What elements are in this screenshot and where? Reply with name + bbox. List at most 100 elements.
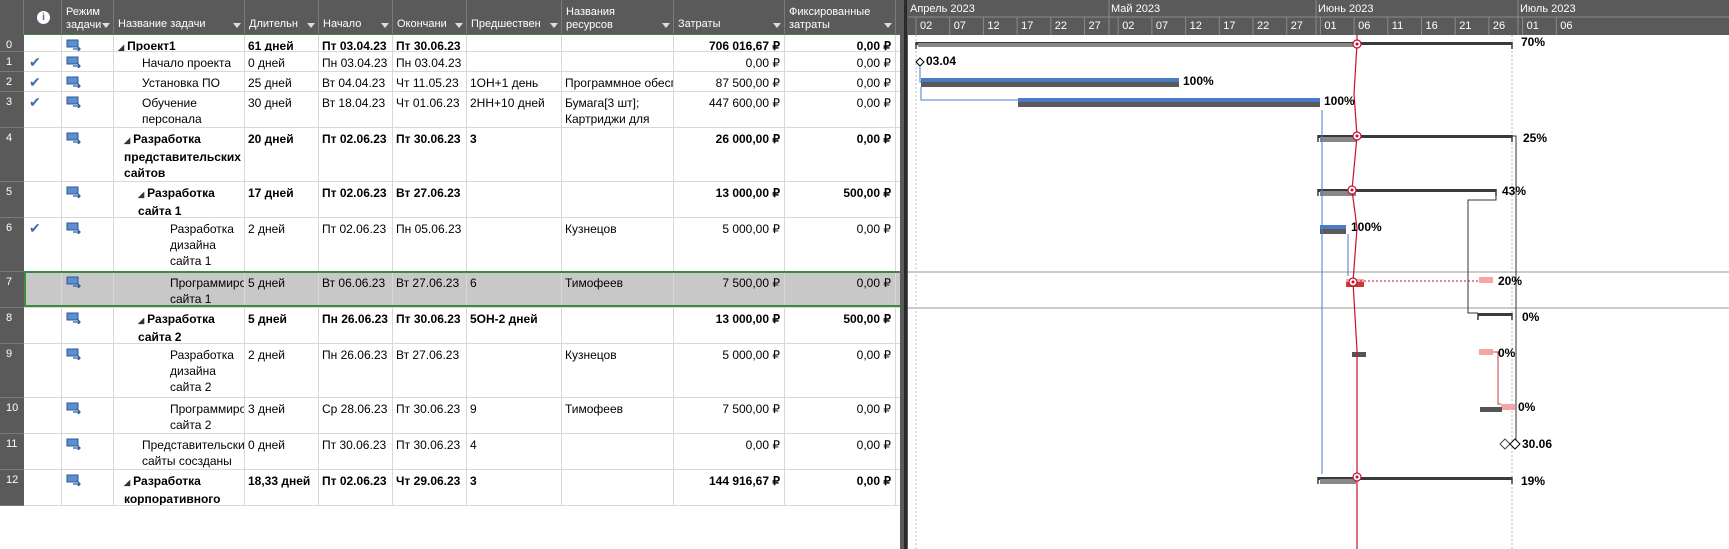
- row-number[interactable]: 1: [0, 52, 24, 72]
- cell-fixed[interactable]: 0,00 ₽: [785, 272, 896, 308]
- cell-fixed[interactable]: 0,00 ₽: [785, 398, 896, 434]
- cell-mode[interactable]: [62, 272, 114, 308]
- cell-finish[interactable]: Пт 30.06.23: [393, 35, 467, 52]
- cell-pred[interactable]: [467, 182, 562, 218]
- cell-finish[interactable]: Пн 03.04.23: [393, 52, 467, 72]
- cell-name[interactable]: Установка ПО: [114, 72, 245, 92]
- cell-cost[interactable]: 447 600,00 ₽: [674, 92, 785, 128]
- cell-duration[interactable]: 3 дней: [245, 398, 319, 434]
- cell-name[interactable]: ◢ Разработка представительских сайтов: [114, 128, 245, 182]
- cell-start[interactable]: Пн 26.06.23: [319, 308, 393, 344]
- cell-resources[interactable]: Тимофеев: [562, 398, 674, 434]
- row-number[interactable]: 11: [0, 434, 24, 470]
- cell-cost[interactable]: 87 500,00 ₽: [674, 72, 785, 92]
- cell-finish[interactable]: Пт 30.06.23: [393, 128, 467, 182]
- cell-finish[interactable]: Вт 27.06.23: [393, 272, 467, 308]
- cell-resources[interactable]: Кузнецов: [562, 344, 674, 398]
- cell-mode[interactable]: [62, 308, 114, 344]
- cell-resources[interactable]: [562, 128, 674, 182]
- row-number[interactable]: 3: [0, 92, 24, 128]
- cell-finish[interactable]: Чт 11.05.23: [393, 72, 467, 92]
- row-number[interactable]: 10: [0, 398, 24, 434]
- cell-finish[interactable]: Вт 27.06.23: [393, 182, 467, 218]
- cell-resources[interactable]: [562, 35, 674, 52]
- cell-mode[interactable]: [62, 92, 114, 128]
- cell-duration[interactable]: 30 дней: [245, 92, 319, 128]
- cell-finish[interactable]: Пт 30.06.23: [393, 398, 467, 434]
- cell-name[interactable]: Представительские сайты сосзданы: [114, 434, 245, 470]
- cell-resources[interactable]: Тимофеев: [562, 272, 674, 308]
- column-header-rownum[interactable]: [0, 0, 24, 35]
- cell-finish[interactable]: Чт 01.06.23: [393, 92, 467, 128]
- row-number[interactable]: 4: [0, 128, 24, 182]
- column-header-finish[interactable]: Окончани: [393, 0, 467, 35]
- splitter-handle[interactable]: [904, 0, 907, 549]
- cell-cost[interactable]: 26 000,00 ₽: [674, 128, 785, 182]
- cell-fixed[interactable]: 0,00 ₽: [785, 35, 896, 52]
- cell-name[interactable]: ◢ Разработка сайта 2: [114, 308, 245, 344]
- cell-fixed[interactable]: 0,00 ₽: [785, 72, 896, 92]
- cell-resources[interactable]: Программное обеспечение: [562, 72, 674, 92]
- cell-resources[interactable]: [562, 434, 674, 470]
- row-number[interactable]: 6: [0, 218, 24, 272]
- cell-pred[interactable]: [467, 344, 562, 398]
- column-header-pred[interactable]: Предшествен: [467, 0, 562, 35]
- column-header-duration[interactable]: Длительн: [245, 0, 319, 35]
- cell-pred[interactable]: 3: [467, 470, 562, 506]
- cell-pred[interactable]: 4: [467, 434, 562, 470]
- cell-start[interactable]: Вт 18.04.23: [319, 92, 393, 128]
- collapse-triangle-icon[interactable]: ◢: [124, 136, 130, 145]
- cell-duration[interactable]: 2 дней: [245, 218, 319, 272]
- cell-start[interactable]: Вт 04.04.23: [319, 72, 393, 92]
- cell-mode[interactable]: [62, 72, 114, 92]
- cell-cost[interactable]: 5 000,00 ₽: [674, 218, 785, 272]
- cell-mode[interactable]: [62, 128, 114, 182]
- cell-pred[interactable]: 1ОН+1 день: [467, 72, 562, 92]
- cell-pred[interactable]: [467, 35, 562, 52]
- cell-finish[interactable]: Пт 30.06.23: [393, 434, 467, 470]
- cell-start[interactable]: Ср 28.06.23: [319, 398, 393, 434]
- cell-duration[interactable]: 0 дней: [245, 52, 319, 72]
- cell-duration[interactable]: 17 дней: [245, 182, 319, 218]
- cell-name[interactable]: Программирование сайта 2: [114, 398, 245, 434]
- cell-resources[interactable]: [562, 308, 674, 344]
- cell-pred[interactable]: 5ОН-2 дней: [467, 308, 562, 344]
- cell-start[interactable]: Пт 03.04.23: [319, 35, 393, 52]
- cell-duration[interactable]: 0 дней: [245, 434, 319, 470]
- collapse-triangle-icon[interactable]: ◢: [124, 478, 130, 487]
- cell-fixed[interactable]: 0,00 ₽: [785, 92, 896, 128]
- column-header-cost[interactable]: Затраты: [674, 0, 785, 35]
- cell-resources[interactable]: [562, 470, 674, 506]
- collapse-triangle-icon[interactable]: ◢: [118, 43, 124, 51]
- cell-cost[interactable]: 13 000,00 ₽: [674, 182, 785, 218]
- cell-cost[interactable]: 7 500,00 ₽: [674, 398, 785, 434]
- cell-mode[interactable]: [62, 398, 114, 434]
- column-filter-arrow-icon[interactable]: [773, 23, 781, 28]
- cell-name[interactable]: ◢ Разработка сайта 1: [114, 182, 245, 218]
- cell-finish[interactable]: Чт 29.06.23: [393, 470, 467, 506]
- cell-fixed[interactable]: 0,00 ₽: [785, 128, 896, 182]
- collapse-triangle-icon[interactable]: ◢: [138, 190, 144, 199]
- column-header-name[interactable]: Название задачи: [114, 0, 245, 35]
- column-filter-arrow-icon[interactable]: [102, 23, 110, 28]
- column-filter-arrow-icon[interactable]: [455, 23, 463, 28]
- column-filter-arrow-icon[interactable]: [550, 23, 558, 28]
- cell-name[interactable]: ◢ Разработка корпоративного: [114, 470, 245, 506]
- cell-cost[interactable]: 0,00 ₽: [674, 52, 785, 72]
- cell-name[interactable]: Разработка дизайна сайта 1: [114, 218, 245, 272]
- cell-start[interactable]: Пт 02.06.23: [319, 128, 393, 182]
- row-number[interactable]: 9: [0, 344, 24, 398]
- cell-duration[interactable]: 18,33 дней: [245, 470, 319, 506]
- cell-name[interactable]: Начало проекта: [114, 52, 245, 72]
- column-header-fixed[interactable]: Фиксированные затраты: [785, 0, 896, 35]
- cell-name[interactable]: ◢ Проект1: [114, 35, 245, 52]
- cell-cost[interactable]: 144 916,67 ₽: [674, 470, 785, 506]
- cell-resources[interactable]: Бумага[3 шт]; Картриджи для: [562, 92, 674, 128]
- column-filter-arrow-icon[interactable]: [884, 23, 892, 28]
- cell-start[interactable]: Пт 02.06.23: [319, 218, 393, 272]
- cell-duration[interactable]: 25 дней: [245, 72, 319, 92]
- column-filter-arrow-icon[interactable]: [662, 23, 670, 28]
- cell-start[interactable]: Пт 02.06.23: [319, 470, 393, 506]
- cell-mode[interactable]: [62, 344, 114, 398]
- cell-start[interactable]: Пн 03.04.23: [319, 52, 393, 72]
